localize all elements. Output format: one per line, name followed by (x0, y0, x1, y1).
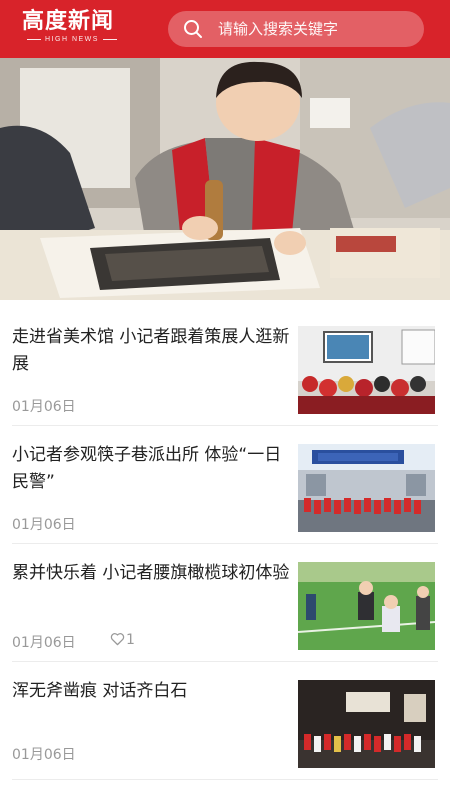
search-icon[interactable] (183, 19, 203, 39)
article-item[interactable]: 浑无斧凿痕 对话齐白石 01月06日 (0, 662, 450, 780)
article-thumbnail[interactable] (298, 562, 435, 650)
app-header: 高度新闻 HIGH NEWS (0, 0, 450, 58)
article-date: 01月06日 (12, 635, 76, 651)
article-date: 01月06日 (12, 399, 76, 415)
article-title[interactable]: 走进省美术馆 小记者跟着策展人逛新展 (12, 324, 290, 378)
search-bar[interactable] (168, 11, 424, 47)
search-input[interactable] (218, 11, 414, 47)
article-title[interactable]: 小记者参观筷子巷派出所 体验“一日民警” (12, 442, 290, 496)
article-thumbnail[interactable] (298, 680, 435, 768)
article-date: 01月06日 (12, 747, 76, 763)
heart-icon[interactable] (110, 632, 125, 646)
article-thumbnail[interactable] (298, 444, 435, 532)
article-title[interactable]: 浑无斧凿痕 对话齐白石 (12, 678, 290, 705)
article-item[interactable]: 累并快乐着 小记者腰旗橄榄球初体验 01月06日 1 (0, 544, 450, 662)
article-title[interactable]: 累并快乐着 小记者腰旗橄榄球初体验 (12, 560, 290, 587)
article-item[interactable]: 小记者参观筷子巷派出所 体验“一日民警” 01月06日 (0, 426, 450, 544)
divider (12, 779, 438, 780)
logo-subtitle: HIGH NEWS (22, 36, 122, 43)
hero-image[interactable] (0, 58, 450, 300)
article-item[interactable]: 走进省美术馆 小记者跟着策展人逛新展 01月06日 (0, 308, 450, 426)
article-date: 01月06日 (12, 517, 76, 533)
like-count[interactable]: 1 (110, 632, 135, 648)
logo-title: 高度新闻 (22, 9, 115, 34)
like-count-value: 1 (126, 632, 135, 648)
article-thumbnail[interactable] (298, 326, 435, 414)
app-logo[interactable]: 高度新闻 HIGH NEWS (22, 8, 122, 50)
